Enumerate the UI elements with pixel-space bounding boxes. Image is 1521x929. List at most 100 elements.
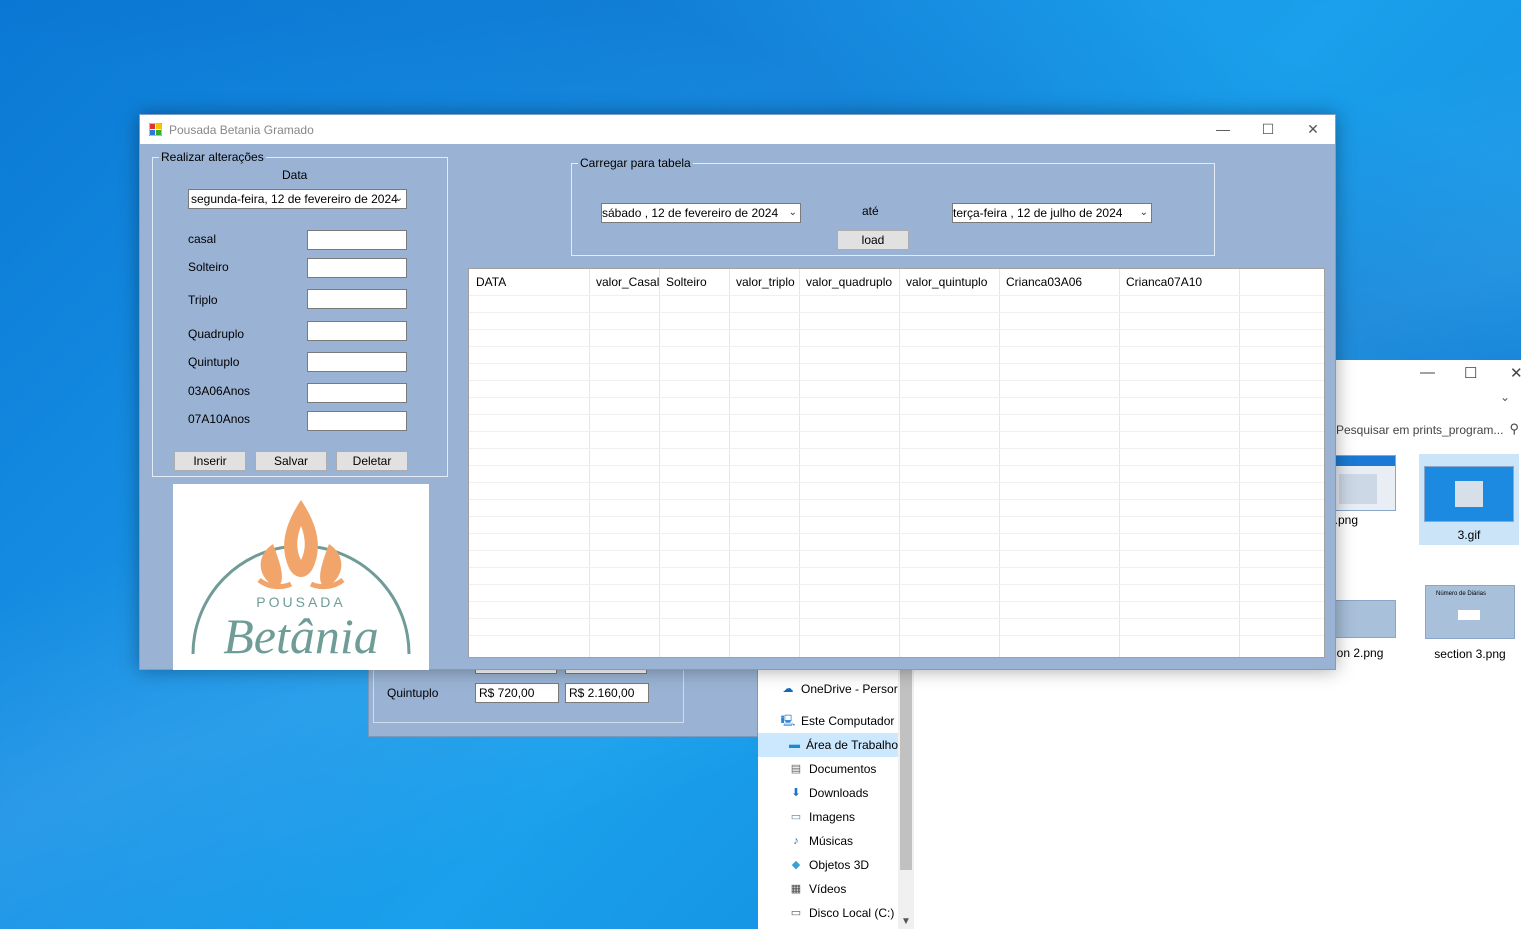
to-label: até — [862, 204, 879, 218]
secondary-app-window: Quintuplo R$ 720,00 R$ 2.160,00 — [368, 660, 758, 737]
grid-row-line — [469, 363, 1324, 364]
explorer-minimize-button[interactable]: — — [1420, 364, 1435, 381]
07a10anos-input[interactable] — [307, 411, 407, 431]
grid-row-line — [469, 533, 1324, 534]
grid-row-line — [469, 584, 1324, 585]
file-name: section 3.png — [1434, 647, 1506, 661]
grid-row-line — [469, 499, 1324, 500]
triplo-input[interactable] — [307, 289, 407, 309]
nav-item-musicas[interactable]: ♪ Músicas — [788, 829, 898, 853]
solteiro-input[interactable] — [307, 258, 407, 278]
solteiro-label: Solteiro — [188, 260, 229, 274]
grid-row-line — [469, 550, 1324, 551]
video-icon: ▦ — [790, 883, 802, 895]
nav-item-label: Disco Local (C:) — [809, 906, 895, 920]
nav-pane-scrollbar[interactable]: ▼ — [898, 650, 914, 929]
explorer-maximize-button[interactable]: ☐ — [1464, 364, 1477, 382]
casal-label: casal — [188, 232, 217, 246]
triplo-label: Triplo — [188, 293, 218, 307]
grid-row-line — [469, 346, 1324, 347]
date-picker-value: segunda-feira, 12 de fevereiro de 2024 — [191, 192, 398, 206]
casal-input[interactable] — [307, 230, 407, 250]
grid-row-line — [469, 329, 1324, 330]
nav-item-documentos[interactable]: ▤ Documentos — [788, 757, 898, 781]
thumbnail-image — [1424, 466, 1514, 522]
grid-row-line — [469, 312, 1324, 313]
explorer-search-box[interactable]: Pesquisar em prints_program... ⚲ — [1328, 418, 1521, 442]
nav-item-videos[interactable]: ▦ Vídeos — [788, 877, 898, 901]
column-header-crianca03a06[interactable]: Crianca03A06 — [1006, 275, 1082, 289]
from-date-picker[interactable]: sábado , 12 de fevereiro de 2024 ⌄ — [601, 203, 801, 223]
logo-text-betania: Betânia — [223, 608, 379, 664]
download-icon: ⬇ — [791, 787, 801, 799]
column-header-valor-quintuplo[interactable]: valor_quintuplo — [906, 275, 987, 289]
nav-item-label: Documentos — [809, 762, 877, 776]
grid-row-line — [469, 397, 1324, 398]
title-bar[interactable]: Pousada Betania Gramado — ☐ ✕ — [140, 115, 1335, 144]
quadruplo-input[interactable] — [307, 321, 407, 341]
pictures-icon: ▭ — [790, 811, 802, 823]
to-date-value: terça-feira , 12 de julho de 2024 — [953, 206, 1123, 220]
07a10anos-label: 07A10Anos — [188, 412, 251, 426]
nav-item-label: Imagens — [809, 810, 856, 824]
search-icon: ⚲ — [1509, 421, 1519, 436]
maximize-button[interactable]: ☐ — [1245, 115, 1291, 144]
scrollbar-thumb[interactable] — [900, 670, 912, 870]
grid-row-line — [469, 295, 1324, 296]
grid-column — [730, 269, 800, 657]
03a06anos-input[interactable] — [307, 383, 407, 403]
quintuplo-value-2[interactable]: R$ 2.160,00 — [565, 683, 649, 703]
nav-item-label: Downloads — [809, 786, 869, 800]
file-name: 3.gif — [1457, 528, 1481, 542]
quintuplo-label: Quintuplo — [387, 686, 439, 700]
nav-item-objetos-3d[interactable]: ◆ Objetos 3D — [788, 853, 898, 877]
thumbnail-caption: Número de Diárias — [1436, 591, 1487, 597]
minimize-button[interactable]: — — [1200, 115, 1246, 144]
drive-icon: ▭ — [790, 907, 802, 919]
music-icon: ♪ — [793, 835, 799, 847]
column-header-valor-triplo[interactable]: valor_triplo — [736, 275, 795, 289]
date-picker[interactable]: segunda-feira, 12 de fevereiro de 2024 ⌄ — [188, 189, 407, 209]
to-date-picker[interactable]: terça-feira , 12 de julho de 2024 ⌄ — [952, 203, 1152, 223]
edit-group-legend: Realizar alterações — [159, 150, 266, 164]
column-header-crianca07a10[interactable]: Crianca07A10 — [1126, 275, 1202, 289]
chevron-down-icon: ⌄ — [1139, 207, 1148, 218]
pousada-betania-logo: POUSADA Betânia — [173, 484, 429, 670]
thumbnail-image: Número de Diárias — [1425, 585, 1515, 639]
column-header-valor-casal[interactable]: valor_Casal — [596, 275, 659, 289]
nav-item-onedrive[interactable]: ☁ OneDrive - Persor — [780, 677, 898, 701]
03a06anos-label: 03A06Anos — [188, 384, 251, 398]
cube-icon: ◆ — [791, 859, 801, 871]
save-button[interactable]: Salvar — [255, 451, 327, 471]
column-header-data[interactable]: DATA — [476, 275, 506, 289]
column-header-solteiro[interactable]: Solteiro — [666, 275, 707, 289]
close-button[interactable]: ✕ — [1290, 115, 1336, 144]
grid-column — [900, 269, 1000, 657]
nav-item-downloads[interactable]: ⬇ Downloads — [788, 781, 898, 805]
grid-row-line — [469, 516, 1324, 517]
chevron-down-icon[interactable]: ⌄ — [1500, 390, 1510, 404]
date-label: Data — [282, 168, 308, 182]
data-grid[interactable]: DATA valor_Casal Solteiro valor_triplo v… — [468, 268, 1325, 658]
explorer-close-button[interactable]: ✕ — [1510, 364, 1521, 382]
grid-column — [1000, 269, 1120, 657]
insert-button[interactable]: Inserir — [174, 451, 246, 471]
grid-row-line — [469, 431, 1324, 432]
quintuplo-value-1[interactable]: R$ 720,00 — [475, 683, 559, 703]
nav-item-area-de-trabalho[interactable]: ▬ Área de Trabalho — [758, 733, 898, 757]
file-thumbnail-selected[interactable]: 3.gif — [1419, 454, 1519, 545]
nav-item-imagens[interactable]: ▭ Imagens — [788, 805, 898, 829]
column-header-valor-quadruplo[interactable]: valor_quadruplo — [806, 275, 892, 289]
chevron-down-icon: ⌄ — [394, 193, 403, 204]
nav-item-label: Este Computador — [801, 714, 895, 728]
load-button[interactable]: load — [837, 230, 909, 250]
file-thumbnail[interactable]: Número de Diárias section 3.png — [1420, 585, 1520, 661]
nav-item-disco-local[interactable]: ▭ Disco Local (C:) — [788, 901, 898, 925]
delete-button[interactable]: Deletar — [336, 451, 408, 471]
grid-header-row: DATA valor_Casal Solteiro valor_triplo v… — [469, 269, 1324, 295]
chevron-down-icon[interactable]: ▼ — [901, 916, 911, 927]
quintuplo-input[interactable] — [307, 352, 407, 372]
nav-item-este-computador[interactable]: 🖳 Este Computador — [780, 709, 898, 733]
quadruplo-label: Quadruplo — [188, 327, 245, 341]
grid-row-line — [469, 482, 1324, 483]
